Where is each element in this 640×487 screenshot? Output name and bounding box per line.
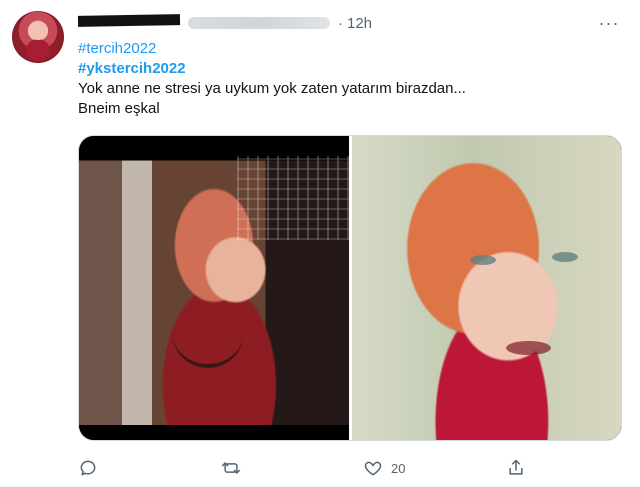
like-button[interactable]: 20 <box>363 457 405 479</box>
avatar[interactable] <box>12 11 64 63</box>
more-options-button[interactable]: ··· <box>597 13 621 33</box>
like-count: 20 <box>391 460 406 476</box>
tweet-header: · 12h <box>77 13 578 33</box>
tweet-time[interactable]: 12h <box>347 15 372 32</box>
hashtag-tercih2022[interactable]: #tercih2022 <box>78 40 156 57</box>
heart-icon <box>363 458 383 478</box>
tweet-media-grid[interactable] <box>78 135 622 441</box>
tweet-line-4: Bneim eşkal <box>78 100 160 117</box>
redacted-handle <box>188 17 330 29</box>
reply-button[interactable] <box>78 457 120 479</box>
more-icon: ··· <box>598 12 620 33</box>
tweet-line-2: #ykstercih2022 <box>78 59 623 79</box>
tweet-photo-right[interactable] <box>352 136 621 440</box>
tweet-text: #tercih2022 #ykstercih2022 Yok anne ne s… <box>78 39 623 119</box>
redacted-display-name <box>77 14 181 27</box>
retweet-icon <box>221 458 241 478</box>
share-button[interactable] <box>506 457 548 479</box>
tweet-line-3: Yok anne ne stresi ya uykum yok zaten ya… <box>78 80 466 97</box>
time-separator: · <box>338 14 343 32</box>
tweet-card[interactable]: · 12h ··· #tercih2022 #ykstercih2022 Yok… <box>0 0 640 487</box>
share-icon <box>506 458 526 478</box>
tweet-line-1: #tercih2022 <box>78 39 623 59</box>
tweet-actions: 20 <box>78 456 548 480</box>
tweet-photo-left[interactable] <box>79 136 352 440</box>
reply-icon <box>78 458 98 478</box>
retweet-button[interactable] <box>221 457 263 479</box>
hashtag-ykstercih2022[interactable]: #ykstercih2022 <box>78 60 186 77</box>
